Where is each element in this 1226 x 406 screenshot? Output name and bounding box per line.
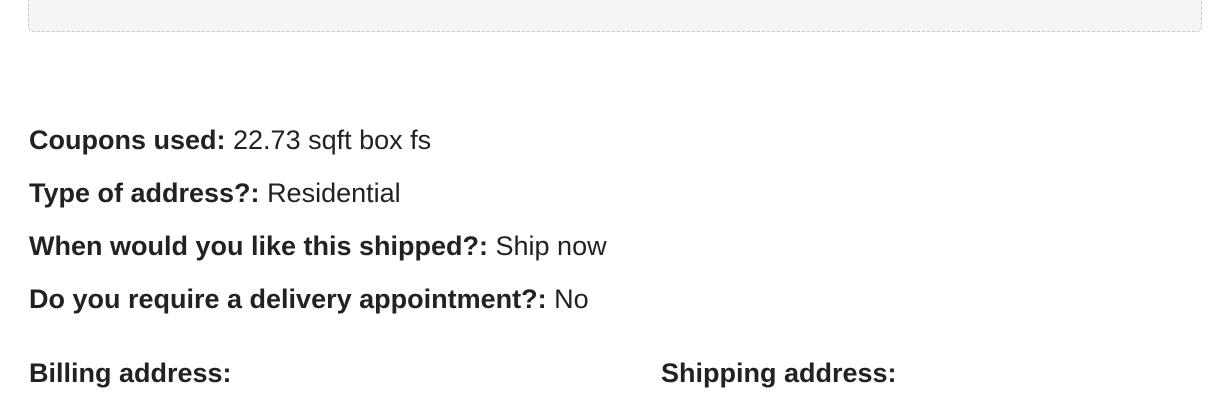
coupons-used-row: Coupons used: 22.73 sqft box fs [29, 124, 607, 157]
ship-timing-value: Ship now [495, 231, 607, 261]
shipping-address-heading: Shipping address: [661, 358, 897, 388]
delivery-appointment-label: Do you require a delivery appointment?: [29, 284, 547, 314]
ship-timing-row: When would you like this shipped?: Ship … [29, 230, 607, 263]
ship-timing-label: When would you like this shipped?: [29, 231, 488, 261]
notice-box [28, 0, 1202, 32]
delivery-appointment-row: Do you require a delivery appointment?: … [29, 283, 607, 316]
addresses-section: Billing address: Shipping address: [29, 355, 1209, 395]
coupons-used-value: 22.73 sqft box fs [233, 125, 432, 155]
coupons-used-label: Coupons used: [29, 125, 226, 155]
delivery-appointment-value: No [554, 284, 589, 314]
address-type-label: Type of address?: [29, 178, 260, 208]
order-meta-list: Coupons used: 22.73 sqft box fs Type of … [29, 124, 607, 336]
billing-address-heading: Billing address: [29, 358, 232, 388]
address-type-row: Type of address?: Residential [29, 177, 607, 210]
address-type-value: Residential [267, 178, 401, 208]
